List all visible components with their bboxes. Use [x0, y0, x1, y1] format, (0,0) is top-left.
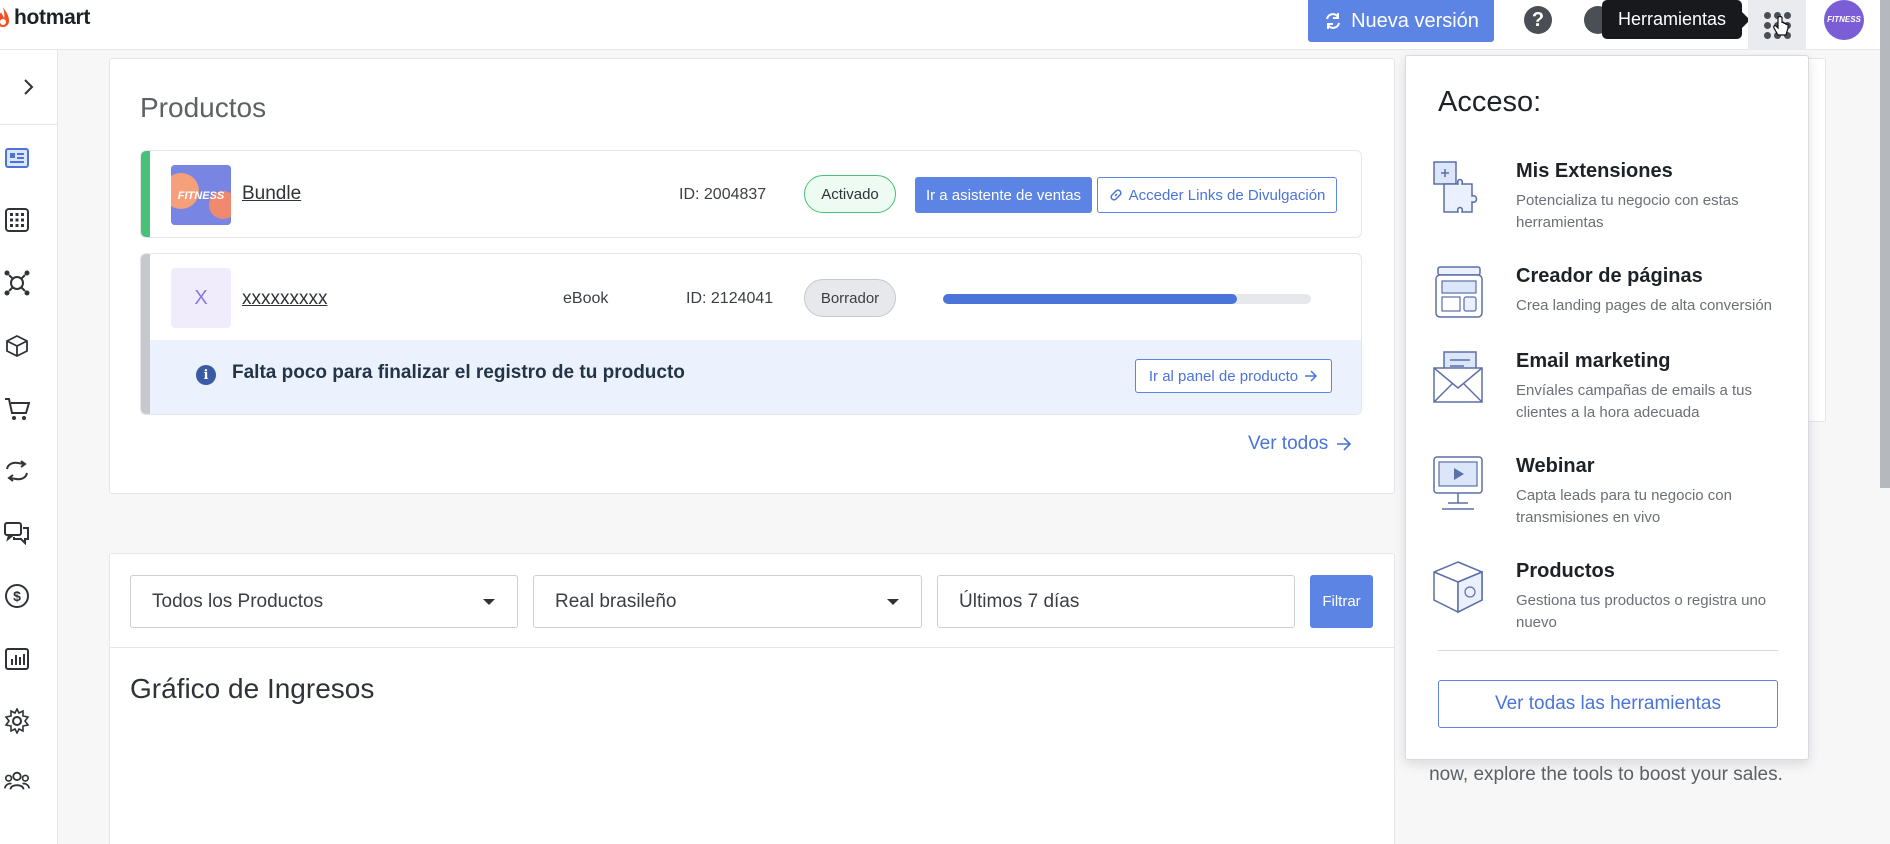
help-icon[interactable]: ?	[1524, 6, 1552, 34]
email-icon	[1433, 351, 1483, 403]
caret-down-icon	[887, 599, 899, 605]
caret-down-icon	[483, 599, 495, 605]
tool-item-page-builder[interactable]: Creador de páginas Crea landing pages de…	[1432, 265, 1792, 325]
flame-icon	[0, 7, 9, 27]
period-input[interactable]: Últimos 7 días	[937, 575, 1295, 628]
tool-description: Gestiona tus productos o registra uno nu…	[1516, 592, 1767, 631]
products-title: Productos	[140, 92, 267, 123]
see-all-label: Ver todos	[1248, 433, 1329, 454]
dashboard-icon[interactable]	[4, 145, 30, 171]
sales-assistant-button[interactable]: Ir a asistente de ventas	[915, 177, 1092, 213]
tool-item-email-marketing[interactable]: Email marketing Envíales campañas de ema…	[1432, 350, 1792, 430]
new-version-label: Nueva versión	[1351, 9, 1479, 32]
progress-fill	[943, 294, 1238, 304]
period-input-value: Últimos 7 días	[959, 590, 1080, 612]
tool-item-extensions[interactable]: Mis Extensiones Potencializa tu negocio …	[1432, 160, 1792, 240]
currency-select[interactable]: Real brasileño	[533, 575, 922, 628]
arrow-right-icon	[1337, 437, 1352, 451]
puzzle-icon	[1433, 161, 1478, 213]
product-name-link[interactable]: xxxxxxxxx	[242, 288, 328, 310]
users-icon[interactable]	[4, 768, 30, 794]
affiliate-links-label: Acceder Links de Divulgación	[1128, 186, 1326, 204]
product-name-link[interactable]: Bundle	[242, 183, 301, 205]
product-panel-label: Ir al panel de producto	[1148, 367, 1299, 385]
product-type: eBook	[563, 290, 609, 307]
status-accent	[141, 254, 150, 414]
product-panel-button[interactable]: Ir al panel de producto	[1135, 359, 1332, 393]
product-select[interactable]: Todos los Productos	[130, 575, 518, 628]
cart-icon[interactable]	[4, 396, 30, 422]
registration-progress-bar	[943, 294, 1311, 304]
chart-title: Gráfico de Ingresos	[130, 673, 375, 704]
product-row: FITNESS Bundle ID: 2004837 Activado Ir a…	[140, 150, 1362, 238]
product-box-icon	[1433, 561, 1483, 614]
tool-description: Envíales campañas de emails a tus client…	[1516, 382, 1752, 421]
divider	[110, 647, 1394, 648]
sidebar-toggle[interactable]	[0, 50, 58, 125]
currency-select-value: Real brasileño	[555, 590, 677, 612]
hotmart-logo[interactable]: hotmart	[0, 6, 90, 30]
info-icon: i	[196, 365, 216, 385]
tool-description: Crea landing pages de alta conversión	[1516, 297, 1773, 314]
status-badge: Activado	[804, 175, 896, 213]
chart-icon[interactable]	[4, 646, 30, 672]
see-all-tools-button[interactable]: Ver todas las herramientas	[1438, 680, 1778, 728]
arrow-right-icon	[1305, 370, 1318, 382]
hand-cursor-icon	[1773, 16, 1789, 36]
tool-item-webinar[interactable]: Webinar Capta leads para tu negocio con …	[1432, 455, 1792, 535]
filter-button[interactable]: Filtrar	[1310, 575, 1373, 628]
divider	[1438, 650, 1778, 651]
product-box-icon[interactable]	[4, 333, 30, 359]
avatar[interactable]: FITNESS	[1824, 0, 1864, 40]
sync-icon[interactable]	[4, 458, 30, 484]
product-id: ID: 2124041	[686, 290, 774, 307]
affiliate-links-button[interactable]: Acceder Links de Divulgación	[1097, 177, 1337, 213]
product-thumbnail: X	[171, 268, 231, 328]
new-version-button[interactable]: Nueva versión	[1308, 0, 1494, 42]
product-thumbnail: FITNESS	[171, 165, 231, 225]
link-icon	[1110, 189, 1122, 201]
logo-text: hotmart	[14, 6, 91, 29]
status-badge: Borrador	[804, 279, 896, 317]
see-all-products-link[interactable]: Ver todos	[1248, 433, 1352, 455]
registration-notice: i Falta poco para finalizar el registro …	[150, 340, 1361, 414]
tool-name: Mis Extensiones	[1516, 160, 1673, 182]
tool-name: Productos	[1516, 560, 1615, 582]
apps-icon[interactable]	[4, 207, 30, 233]
affiliate-network-icon[interactable]	[4, 270, 30, 296]
page-scrollbar[interactable]	[1880, 0, 1890, 488]
chat-icon[interactable]	[4, 520, 30, 546]
svg-text:$: $	[13, 588, 21, 604]
tools-title: Acceso:	[1438, 86, 1542, 118]
tool-description: Potencializa tu negocio con estas herram…	[1516, 192, 1739, 231]
top-bar: hotmart Nueva versión ? Herramientas FIT…	[0, 0, 1890, 50]
tool-name: Email marketing	[1516, 350, 1671, 372]
product-select-value: Todos los Productos	[152, 590, 324, 612]
page-builder-icon	[1435, 266, 1483, 318]
webinar-icon	[1433, 456, 1483, 510]
thumb-text: FITNESS	[178, 190, 225, 202]
tools-dropdown: Acceso: Mis Extensiones Potencializa tu …	[1405, 55, 1809, 760]
chevron-right-icon	[24, 79, 34, 95]
tool-name: Creador de páginas	[1516, 265, 1703, 287]
product-row: X xxxxxxxxx eBook ID: 2124041 Borrador i…	[140, 253, 1362, 415]
status-accent	[141, 151, 150, 237]
tool-description: Capta leads para tu negocio con transmis…	[1516, 487, 1732, 526]
product-id: ID: 2004837	[679, 186, 767, 203]
tools-promo-text: now, explore the tools to boost your sal…	[1429, 764, 1783, 785]
notice-text: Falta poco para finalizar el registro de…	[232, 362, 685, 383]
switch-icon	[1326, 13, 1341, 29]
tool-name: Webinar	[1516, 455, 1595, 477]
money-icon[interactable]: $	[4, 583, 30, 609]
tooltip: Herramientas	[1602, 0, 1750, 39]
settings-icon[interactable]	[4, 708, 30, 734]
tool-item-products[interactable]: Productos Gestiona tus productos o regis…	[1432, 560, 1792, 640]
